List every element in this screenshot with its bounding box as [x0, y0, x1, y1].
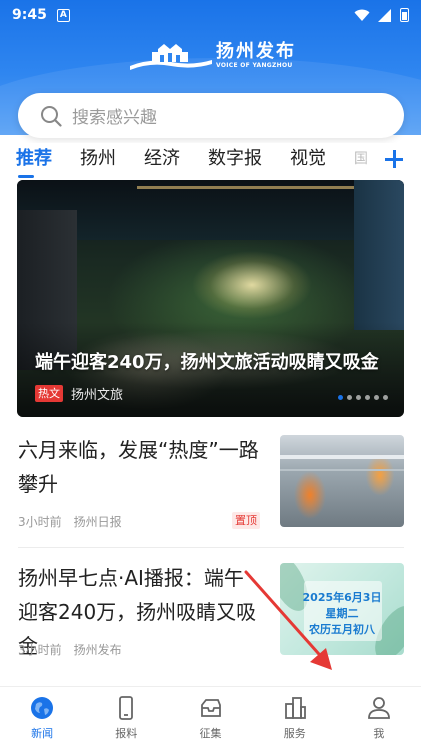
divider [18, 547, 404, 548]
news-source: 扬州发布 [73, 643, 122, 657]
battery-icon [400, 8, 409, 22]
notification-a-icon: A [56, 8, 70, 22]
phone-icon [119, 696, 134, 720]
news-time: 3小时前 [18, 643, 62, 657]
carousel-dot[interactable] [338, 395, 343, 400]
wifi-icon [354, 9, 370, 21]
tab-economy[interactable]: 经济 [144, 146, 180, 172]
status-icons [354, 8, 409, 22]
signal-icon [378, 8, 391, 22]
news-item[interactable]: 六月来临，发展“热度”一路攀升 3小时前 扬州日报 置顶 [0, 427, 421, 548]
nav-report[interactable]: 报料 [84, 687, 168, 750]
carousel-dot[interactable] [356, 395, 361, 400]
logo-subtitle: VOICE OF YANGZHOU [216, 62, 293, 69]
nav-collect[interactable]: 征集 [168, 687, 252, 750]
nav-label: 征集 [199, 727, 222, 740]
carousel-dots [338, 395, 388, 400]
news-title: 六月来临，发展“热度”一路攀升 [18, 438, 259, 496]
nav-label: 我 [373, 727, 385, 740]
news-meta: 3小时前 扬州发布 [18, 641, 122, 658]
carousel-dot[interactable] [383, 395, 388, 400]
plus-icon[interactable] [384, 149, 404, 169]
tab-visual[interactable]: 视觉 [290, 146, 326, 172]
nav-label: 服务 [283, 727, 306, 740]
bottom-navigation: 新闻 报料 征集 服务 我 [0, 686, 421, 750]
search-placeholder: 搜索感兴趣 [72, 108, 157, 128]
annotation-arrow-icon [244, 570, 332, 670]
factory-robots-image [280, 435, 404, 527]
hero-title: 端午迎客240万，扬州文旅活动吸睛又吸金 [35, 352, 379, 373]
logo-title: 扬州发布 [216, 41, 296, 62]
nav-label: 报料 [115, 727, 138, 740]
carousel-dot[interactable] [374, 395, 379, 400]
search-icon [41, 105, 62, 127]
hero-building-right [354, 180, 404, 330]
nav-me[interactable]: 我 [337, 687, 421, 750]
news-time: 3小时前 [18, 515, 62, 529]
user-icon [368, 697, 390, 719]
globe-icon [31, 697, 54, 719]
pinned-tag: 置顶 [232, 512, 260, 529]
hero-meta: 热文 扬州文旅 [35, 384, 123, 403]
tab-yangzhou[interactable]: 扬州 [80, 146, 116, 172]
carousel-dot[interactable] [365, 395, 370, 400]
city-gate-logo-icon [130, 44, 212, 70]
nav-news[interactable]: 新闻 [0, 687, 84, 750]
news-item[interactable]: 扬州早七点·AI播报：端午迎客240万，扬州吸睛又吸金 3小时前 扬州发布 20… [0, 555, 421, 667]
category-tabs: 推荐 扬州 经济 数字报 视觉 国 [0, 143, 421, 178]
nav-label: 新闻 [31, 727, 54, 740]
hot-tag: 热文 [35, 385, 63, 402]
tab-recommend[interactable]: 推荐 [16, 146, 52, 178]
status-bar: 9:45 A [0, 0, 421, 30]
tab-digital-paper[interactable]: 数字报 [208, 146, 262, 172]
app-logo: 扬州发布 VOICE OF YANGZHOU [130, 40, 296, 72]
status-time: 9:45 [12, 7, 47, 23]
hero-banner[interactable]: 端午迎客240万，扬州文旅活动吸睛又吸金 热文 扬州文旅 [17, 180, 404, 417]
nav-service[interactable]: 服务 [253, 687, 337, 750]
news-meta: 3小时前 扬州日报 [18, 513, 122, 530]
news-source: 扬州日报 [73, 515, 122, 529]
carousel-dot[interactable] [347, 395, 352, 400]
hero-source: 扬州文旅 [71, 388, 124, 403]
search-bar[interactable]: 搜索感兴趣 [18, 93, 404, 138]
buildings-icon [284, 697, 306, 719]
inbox-icon [200, 699, 221, 717]
